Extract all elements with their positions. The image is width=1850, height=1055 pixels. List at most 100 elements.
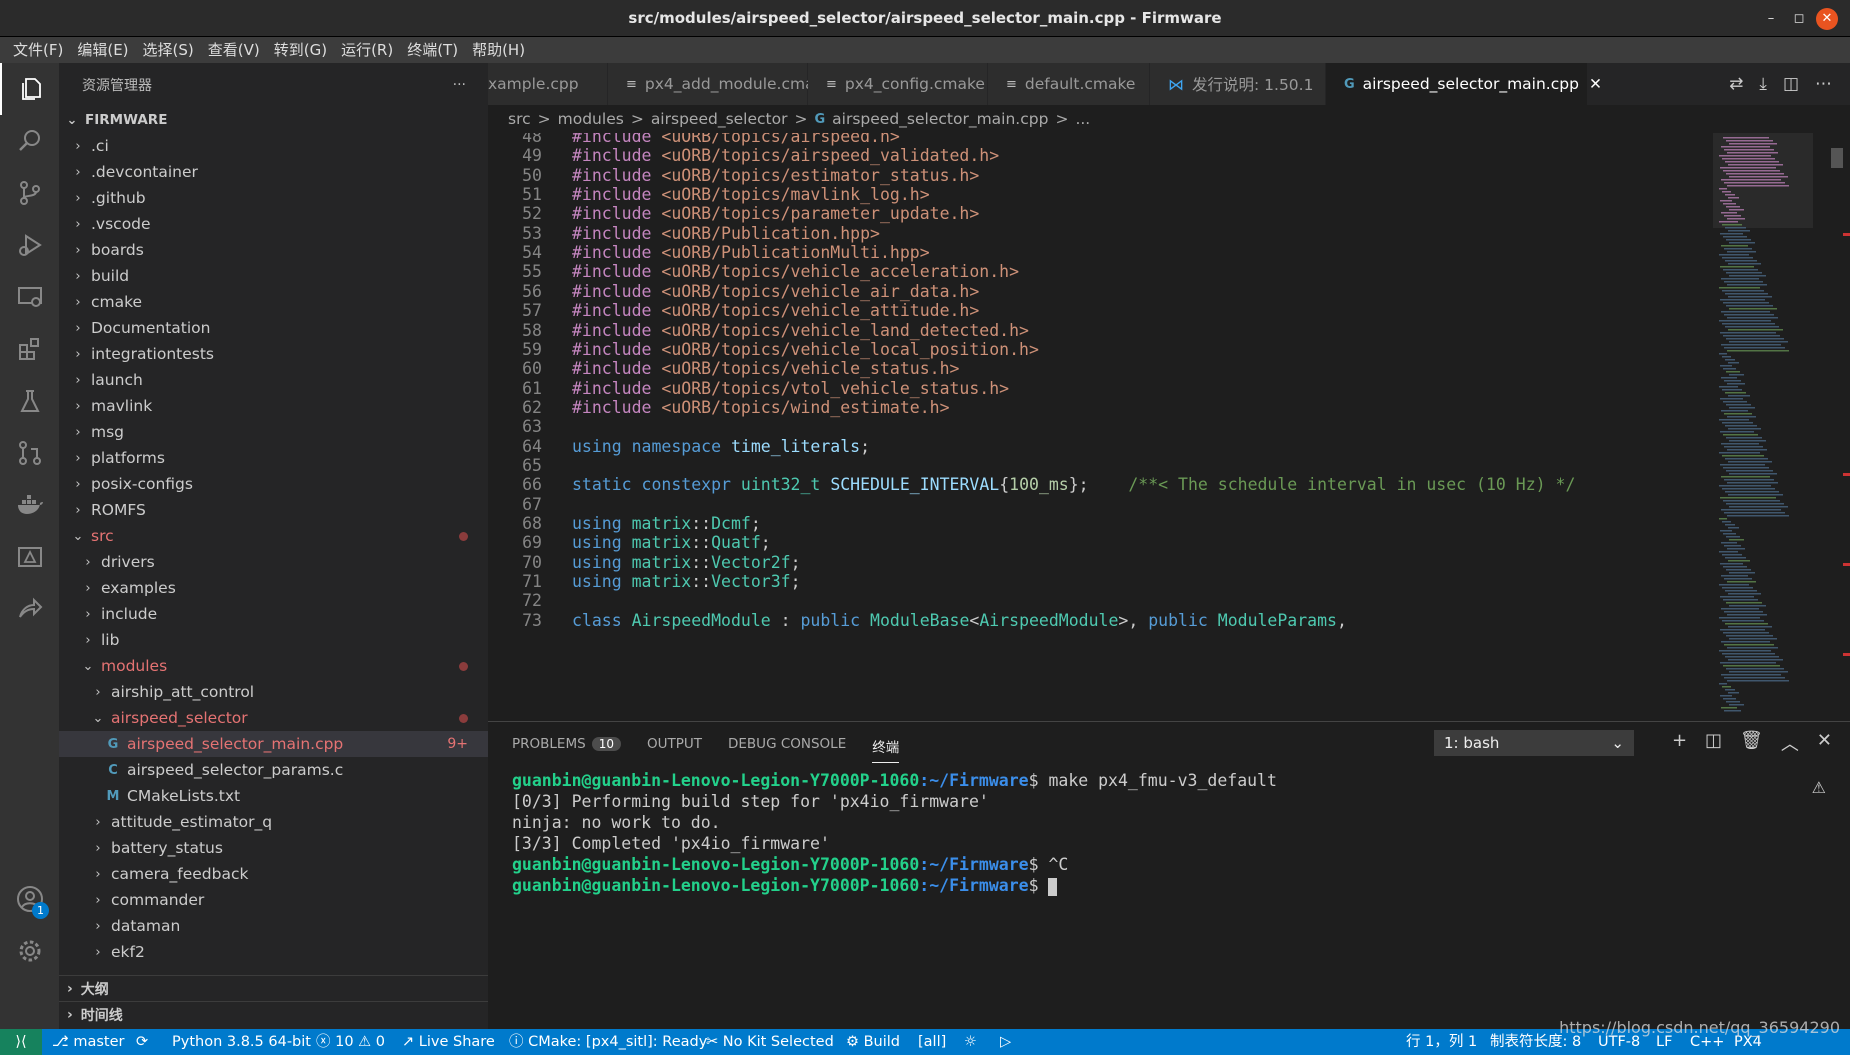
workspace-root[interactable]: ⌄ FIRMWARE [59,107,488,133]
menu-file[interactable]: 文件(F) [6,37,70,63]
breadcrumb-item[interactable]: src [508,110,531,128]
folder-integrationtests[interactable]: › integrationtests [59,341,488,367]
launch-play-icon[interactable]: ▷ [1000,1029,1011,1055]
file-airspeed-selector-main[interactable]: Gairspeed_selector_main.cpp 9+ [59,731,488,757]
live-share-status[interactable]: ↗ Live Share [402,1029,495,1055]
breadcrumb-item[interactable]: airspeed_selector [651,110,788,128]
docker-icon[interactable] [0,479,59,531]
tab-default-cmake[interactable]: ≡ default.cmake [988,63,1150,105]
terminal-output[interactable]: guanbin@guanbin-Lenovo-Legion-Y7000P-106… [512,770,1277,896]
folder-commander[interactable]: › commander [59,887,488,913]
file-airspeed-selector-params[interactable]: Cairspeed_selector_params.c [59,757,488,783]
trash-icon[interactable]: 🗑 [1740,730,1763,756]
folder-include[interactable]: › include [59,601,488,627]
minimize-button[interactable]: – [1760,8,1782,30]
remote-icon[interactable]: ⟩⟨ [0,1029,42,1055]
minimap[interactable] [1713,133,1850,721]
extensions-icon[interactable] [0,323,59,375]
folder-vscode[interactable]: › .vscode [59,211,488,237]
search-icon[interactable] [0,115,59,167]
breadcrumb-item[interactable]: airspeed_selector_main.cpp [832,110,1048,128]
problems-status[interactable]: ⓧ 10 ⚠ 0 [316,1029,385,1055]
folder-boards[interactable]: › boards [59,237,488,263]
folder-attitude-estimator-q[interactable]: › attitude_estimator_q [59,809,488,835]
folder-camera-feedback[interactable]: › camera_feedback [59,861,488,887]
split-editor-icon[interactable]: ◫ [1783,74,1799,94]
menu-terminal[interactable]: 终端(T) [400,37,465,63]
more-actions-icon[interactable]: ··· [453,77,466,93]
maximize-button[interactable]: ◻ [1788,8,1810,30]
tab-example-cpp[interactable]: xample.cpp [488,63,608,105]
folder-msg[interactable]: › msg [59,419,488,445]
menu-view[interactable]: 查看(V) [201,37,267,63]
compare-icon[interactable]: ⇄ [1729,74,1743,94]
build-button[interactable]: ⚙ Build [846,1029,900,1055]
code-editor[interactable]: 48 #include <uORB/topics/airspeed.h> 49 #in… [488,133,1713,721]
folder-romfs[interactable]: › ROMFS [59,497,488,523]
terminal-select[interactable]: 1: bash ⌄ [1434,730,1634,756]
breadcrumb-item[interactable]: ... [1075,110,1090,128]
folder-build[interactable]: › build [59,263,488,289]
live-share-icon[interactable] [0,583,59,635]
folder-battery-status[interactable]: › battery_status [59,835,488,861]
folder-airship-att-control[interactable]: › airship_att_control [59,679,488,705]
close-tab-icon[interactable]: ✕ [1589,75,1602,93]
menu-go[interactable]: 转到(G) [267,37,334,63]
folder-dataman[interactable]: › dataman [59,913,488,939]
folder-ekf2[interactable]: › ekf2 [59,939,488,965]
debug-bug-icon[interactable]: ☼ [964,1029,977,1055]
menu-edit[interactable]: 编辑(E) [70,37,135,63]
run-debug-icon[interactable] [0,219,59,271]
tab-release-notes[interactable]: ⋈ 发行说明: 1.50.1 [1150,63,1326,105]
pull-request-icon[interactable] [0,427,59,479]
folder-posix-configs[interactable]: › posix-configs [59,471,488,497]
tab-debug-console[interactable]: DEBUG CONSOLE [728,736,846,763]
folder-platforms[interactable]: › platforms [59,445,488,471]
branch-status[interactable]: ⎇ master [52,1029,124,1055]
folder-airspeed-selector[interactable]: ⌄ airspeed_selector [59,705,488,731]
source-control-icon[interactable] [0,167,59,219]
split-terminal-icon[interactable]: ◫ [1705,730,1722,756]
explorer-icon[interactable] [0,63,59,115]
breadcrumb-item[interactable]: modules [558,110,624,128]
folder-mavlink[interactable]: › mavlink [59,393,488,419]
more-icon[interactable]: ⋯ [1815,74,1832,94]
folder-drivers[interactable]: › drivers [59,549,488,575]
cmake-status[interactable]: ⓘ CMake: [px4_sitl]: Ready [509,1029,707,1055]
timeline-section[interactable]: › 时间线 [59,1001,488,1027]
folder-launch[interactable]: › launch [59,367,488,393]
folder-src[interactable]: ⌄ src [59,523,488,549]
maximize-panel-icon[interactable]: ︿ [1781,730,1799,756]
folder-github[interactable]: › .github [59,185,488,211]
tab-terminal[interactable]: 终端 [872,736,900,763]
menu-run[interactable]: 运行(R) [334,37,400,63]
tab-output[interactable]: OUTPUT [647,736,702,763]
new-terminal-icon[interactable]: + [1672,730,1687,756]
remote-explorer-icon[interactable] [0,271,59,323]
file-cmakelists[interactable]: M CMakeLists.txt [59,783,488,809]
tab-px4-config[interactable]: ≡ px4_config.cmake [808,63,988,105]
sync-icon[interactable]: ⟳ [136,1029,148,1055]
tab-problems[interactable]: PROBLEMS 10 [512,736,621,763]
close-panel-icon[interactable]: ✕ [1817,730,1832,756]
folder-documentation[interactable]: › Documentation [59,315,488,341]
menu-help[interactable]: 帮助(H) [465,37,532,63]
settings-gear-icon[interactable] [0,925,59,977]
tab-px4-add-module[interactable]: ≡ px4_add_module.cmake [608,63,833,105]
python-interpreter[interactable]: Python 3.8.5 64-bit [172,1029,311,1055]
menu-selection[interactable]: 选择(S) [136,37,201,63]
account-icon[interactable]: 1 [0,873,59,925]
folder-ci[interactable]: › .ci [59,133,488,159]
outline-section[interactable]: › 大纲 [59,975,488,1001]
cursor-position[interactable]: 行 1，列 1 [1406,1029,1477,1055]
folder-devcontainer[interactable]: › .devcontainer [59,159,488,185]
folder-examples[interactable]: › examples [59,575,488,601]
folder-modules[interactable]: ⌄ modules [59,653,488,679]
tab-airspeed-selector-main[interactable]: Gairspeed_selector_main.cpp ✕ [1326,63,1602,105]
download-icon[interactable]: ⤓ [1759,74,1767,94]
kit-status[interactable]: ✂ No Kit Selected [706,1029,834,1055]
testing-icon[interactable] [0,375,59,427]
cmake-icon[interactable] [0,531,59,583]
folder-cmake[interactable]: › cmake [59,289,488,315]
close-button[interactable]: ✕ [1816,7,1838,30]
